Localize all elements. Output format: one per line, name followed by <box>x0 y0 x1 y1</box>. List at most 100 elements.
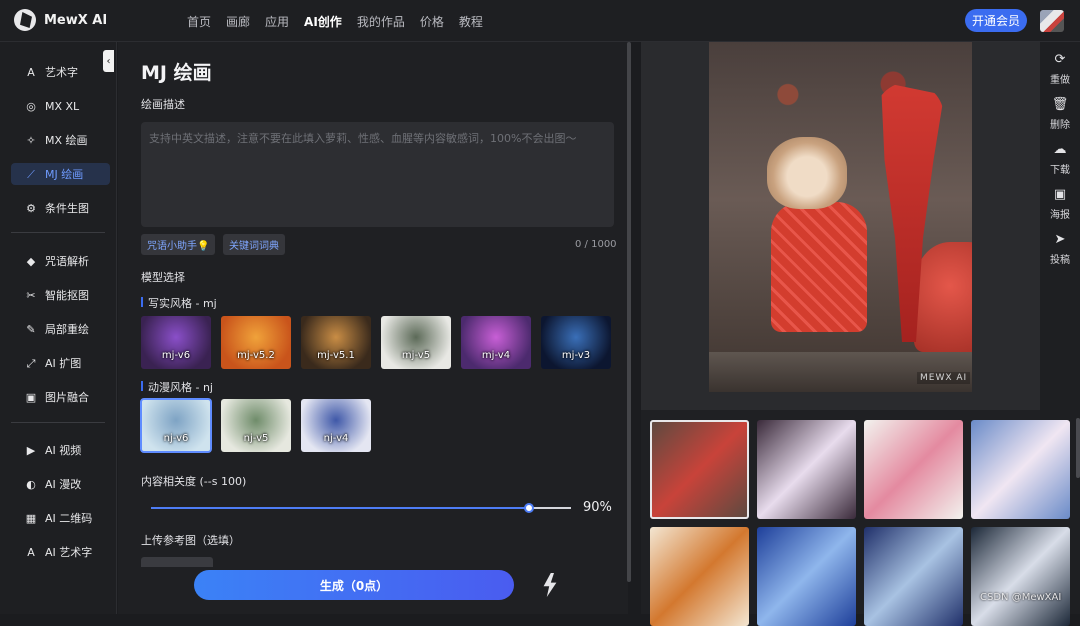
sidebar-icon: ▶ <box>26 443 36 457</box>
model-thumb-anime_models-1[interactable]: nj-v5 <box>221 399 291 452</box>
prompt-input[interactable] <box>149 130 606 219</box>
model-name: nj-v4 <box>323 433 349 444</box>
sidebar-item-group2-4[interactable]: ▣ 图片融合 <box>11 386 110 408</box>
char-counter: 0 / 1000 <box>575 239 617 250</box>
sidebar-icon: ◆ <box>26 254 36 268</box>
sidebar-item-group3-2[interactable]: ▦ AI 二维码 <box>11 507 110 529</box>
sidebar-icon: ✂ <box>26 288 36 302</box>
model-thumb-realistic_models-5[interactable]: mj-v3 <box>541 316 611 369</box>
sidebar-icon: ⟋ <box>27 167 35 181</box>
sidebar-item-group1-4[interactable]: ⚙ 条件生图 <box>11 197 110 219</box>
prompt-label: 绘画描述 <box>141 98 185 111</box>
model-thumb-realistic_models-1[interactable]: mj-v5.2 <box>221 316 291 369</box>
collapse-sidebar-button[interactable]: ‹ <box>103 50 114 72</box>
nav-item-5[interactable]: 价格 <box>420 13 444 30</box>
model-thumb-anime_models-2[interactable]: nj-v4 <box>301 399 371 452</box>
model-thumb-anime_models-0[interactable]: nj-v6 <box>140 398 212 453</box>
relevance-slider[interactable] <box>151 503 571 513</box>
gallery-thumb-4[interactable] <box>650 527 749 626</box>
sidebar-item-group1-1[interactable]: ◎ MX XL <box>11 95 110 117</box>
tool-4[interactable]: ➤ 投稿 <box>1040 232 1080 266</box>
sidebar-item-group2-0[interactable]: ◆ 咒语解析 <box>11 250 110 272</box>
gallery-thumb-2[interactable] <box>864 420 963 519</box>
prompt-helper-chip[interactable]: 咒语小助手💡 <box>141 234 216 255</box>
model-thumb-realistic_models-0[interactable]: mj-v6 <box>141 316 211 369</box>
gallery-thumb-7[interactable] <box>971 527 1070 626</box>
image-watermark: MEWX AI <box>917 372 971 384</box>
sidebar-item-group1-3[interactable]: ⟋ MJ 绘画 <box>11 163 110 185</box>
realistic-style-label: 写实风格 - mj <box>141 295 217 311</box>
sidebar-item-label: AI 视频 <box>45 444 82 457</box>
generated-image[interactable]: MEWX AI <box>709 42 972 392</box>
model-name: nj-v5 <box>243 433 269 444</box>
sidebar-item-group2-1[interactable]: ✂ 智能抠图 <box>11 284 110 306</box>
upload-area[interactable] <box>141 557 213 567</box>
tool-2[interactable]: ☁ 下载 <box>1040 142 1080 176</box>
keyword-dict-chip[interactable]: 关键词词典 <box>223 234 285 255</box>
sidebar: A 艺术字 ◎ MX XL ✧ MX 绘画 ⟋ MJ 绘画 ⚙ 条件生图 ◆ 咒语解析 ✂ 智能抠图 ✎ 局部… <box>0 42 117 614</box>
gallery-thumb-3[interactable] <box>971 420 1070 519</box>
tool-label: 重做 <box>1050 75 1070 86</box>
sidebar-item-label: 智能抠图 <box>45 289 89 302</box>
slider-knob[interactable] <box>524 503 534 513</box>
sidebar-item-group2-3[interactable]: ⤢ AI 扩图 <box>11 352 110 374</box>
tool-label: 删除 <box>1050 120 1070 131</box>
gallery-thumb-6[interactable] <box>864 527 963 626</box>
relevance-value: 90% <box>583 500 612 515</box>
history-gallery <box>641 410 1070 626</box>
sidebar-item-group3-0[interactable]: ▶ AI 视频 <box>11 439 110 461</box>
lightning-icon[interactable] <box>543 573 557 597</box>
nav-item-4[interactable]: 我的作品 <box>357 13 405 30</box>
gallery-thumb-5[interactable] <box>757 527 856 626</box>
tool-3[interactable]: ▣ 海报 <box>1040 187 1080 221</box>
tool-0[interactable]: ⟳ 重做 <box>1040 52 1080 86</box>
tool-icon: ⟳ <box>1054 52 1066 67</box>
top-bar: MewX AI 首页 画廊 应用 AI创作 我的作品 价格 教程 开通会员 <box>0 0 1080 42</box>
nav-item-1[interactable]: 画廊 <box>226 13 250 30</box>
sidebar-icon: ◐ <box>26 477 36 491</box>
vase-shape <box>914 242 972 352</box>
sidebar-item-group3-1[interactable]: ◐ AI 漫改 <box>11 473 110 495</box>
sidebar-icon: ◎ <box>26 99 36 113</box>
sidebar-icon: ✎ <box>26 322 36 336</box>
sidebar-item-label: MX XL <box>45 99 80 113</box>
nav-item-2[interactable]: 应用 <box>265 13 289 30</box>
tool-icon: ➤ <box>1054 232 1066 247</box>
sidebar-icon: ⤢ <box>26 356 36 370</box>
nav-item-3[interactable]: AI创作 <box>304 13 342 30</box>
relevance-label: 内容相关度 (--s 100) <box>141 475 247 488</box>
form-panel: MJ 绘画 绘画描述 咒语小助手💡 关键词词典 0 / 1000 模型选择 写实… <box>118 42 628 614</box>
sidebar-icon: ⚙ <box>26 201 36 215</box>
sidebar-icon: ▣ <box>25 390 37 404</box>
gallery-thumb-0[interactable] <box>650 420 749 519</box>
gallery-scrollbar[interactable] <box>1076 418 1080 478</box>
main-nav: 首页 画廊 应用 AI创作 我的作品 价格 教程 <box>187 13 483 30</box>
model-name: nj-v6 <box>163 433 189 444</box>
tool-label: 投稿 <box>1050 255 1070 266</box>
sidebar-item-label: 图片融合 <box>45 391 89 404</box>
nav-item-0[interactable]: 首页 <box>187 13 211 30</box>
sidebar-icon: ✧ <box>26 133 36 147</box>
sidebar-item-label: 局部重绘 <box>45 323 89 336</box>
model-thumb-realistic_models-2[interactable]: mj-v5.1 <box>301 316 371 369</box>
sidebar-item-group2-2[interactable]: ✎ 局部重绘 <box>11 318 110 340</box>
kitten-head-shape <box>767 137 847 209</box>
generate-button[interactable]: 生成（0点） <box>194 570 514 600</box>
sidebar-icon: ▦ <box>25 511 37 525</box>
tool-1[interactable]: 🗑 删除 <box>1040 97 1080 131</box>
model-thumb-realistic_models-4[interactable]: mj-v4 <box>461 316 531 369</box>
kitten-body-shape <box>771 202 867 332</box>
gallery-thumb-1[interactable] <box>757 420 856 519</box>
avatar[interactable] <box>1040 10 1064 32</box>
app-logo[interactable]: MewX AI <box>14 9 107 31</box>
form-scrollbar[interactable] <box>627 42 631 582</box>
model-name: mj-v5.2 <box>237 350 275 361</box>
nav-item-6[interactable]: 教程 <box>459 13 483 30</box>
vip-button[interactable]: 开通会员 <box>965 9 1027 32</box>
sidebar-item-group1-2[interactable]: ✧ MX 绘画 <box>11 129 110 151</box>
sidebar-item-label: MJ 绘画 <box>45 168 84 181</box>
sidebar-item-group3-3[interactable]: A AI 艺术字 <box>11 541 110 563</box>
sidebar-item-group1-0[interactable]: A 艺术字 <box>11 61 110 83</box>
tool-icon: 🗑 <box>1051 97 1069 112</box>
model-thumb-realistic_models-3[interactable]: mj-v5 <box>381 316 451 369</box>
